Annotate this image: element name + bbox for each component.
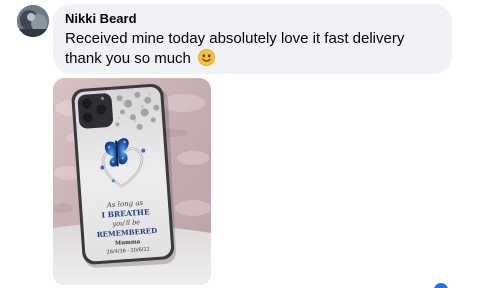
comment-bubble: Nikki Beard Received mine today absolute…: [53, 4, 452, 74]
attached-photo[interactable]: As long as I BREATHE you'll be REMEMBERE…: [53, 78, 211, 285]
avatar-image: [17, 5, 49, 37]
comment-text: Received mine today absolutely love it f…: [65, 30, 405, 67]
comment: Nikki Beard Received mine today absolute…: [0, 0, 495, 288]
smiling-face-emoji-icon: [198, 49, 215, 72]
author-name[interactable]: Nikki Beard: [65, 11, 440, 27]
like-reaction-icon[interactable]: [432, 281, 450, 288]
comment-text-container: Received mine today absolutely love it f…: [65, 29, 440, 72]
avatar[interactable]: [17, 5, 49, 37]
phone-case-photo: As long as I BREATHE you'll be REMEMBERE…: [53, 78, 211, 285]
